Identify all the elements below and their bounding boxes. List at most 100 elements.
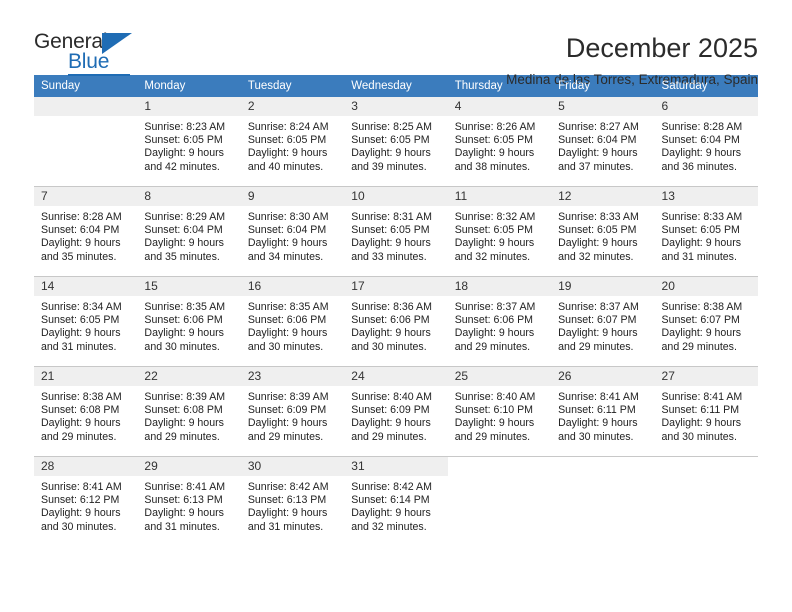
day-info-sunset: Sunset: 6:06 PM	[144, 314, 223, 327]
day-info-sunset: Sunset: 6:05 PM	[558, 224, 637, 237]
day-info-sunrise: Sunrise: 8:31 AM	[351, 211, 432, 223]
calendar-day-cell[interactable]: 4 Sunrise: 8:26 AM Sunset: 6:05 PM Daylight…	[447, 97, 552, 187]
day-cell-inner: 9 Sunrise: 8:30 AM Sunset: 6:04 PM Daylight…	[240, 187, 345, 276]
calendar-day-cell[interactable]: 28 Sunrise: 8:41 AM Sunset: 6:12 PM Dayligh…	[34, 456, 138, 546]
calendar-day-cell[interactable]: 26 Sunrise: 8:41 AM Sunset: 6:11 PM Dayligh…	[551, 366, 655, 457]
day-cell-inner: 4 Sunrise: 8:26 AM Sunset: 6:05 PM Daylight…	[447, 97, 552, 186]
day-sun-info: Sunrise: 8:41 AM Sunset: 6:13 PM Daylight:…	[137, 476, 240, 534]
calendar-day-cell[interactable]: 27 Sunrise: 8:41 AM Sunset: 6:11 PM Dayligh…	[654, 366, 758, 457]
day-sun-info: Sunrise: 8:28 AM Sunset: 6:04 PM Daylight:…	[34, 206, 137, 264]
day-info-sunrise: Sunrise: 8:36 AM	[351, 301, 432, 313]
day-number: 3	[344, 97, 448, 116]
calendar-body: 1 Sunrise: 8:23 AM Sunset: 6:05 PM Daylight…	[34, 97, 758, 546]
logo-text-blue: Blue	[68, 50, 110, 73]
calendar-day-cell[interactable]: 21 Sunrise: 8:38 AM Sunset: 6:08 PM Dayligh…	[34, 366, 138, 457]
calendar-day-cell[interactable]: 30 Sunrise: 8:42 AM Sunset: 6:13 PM Dayligh…	[240, 456, 345, 546]
day-info-sunrise: Sunrise: 8:41 AM	[558, 391, 639, 403]
calendar-day-cell	[551, 456, 655, 546]
calendar-day-cell[interactable]: 11 Sunrise: 8:32 AM Sunset: 6:05 PM Dayligh…	[447, 186, 552, 277]
day-sun-info: Sunrise: 8:41 AM Sunset: 6:11 PM Daylight:…	[551, 386, 654, 444]
calendar-day-cell[interactable]: 5 Sunrise: 8:27 AM Sunset: 6:04 PM Daylight…	[551, 97, 655, 187]
calendar-day-cell[interactable]: 10 Sunrise: 8:31 AM Sunset: 6:05 PM Dayligh…	[344, 186, 448, 277]
day-number: 31	[344, 457, 448, 476]
day-info-daylight1: Daylight: 9 hours	[661, 327, 742, 340]
day-info-sunrise: Sunrise: 8:33 AM	[661, 211, 743, 223]
day-info-daylight2: and 31 minutes.	[144, 520, 220, 533]
day-sun-info: Sunrise: 8:28 AM Sunset: 6:04 PM Daylight:…	[655, 116, 758, 174]
day-number: 26	[551, 367, 655, 386]
calendar-day-cell[interactable]: 22 Sunrise: 8:39 AM Sunset: 6:08 PM Dayligh…	[137, 366, 241, 457]
day-number: 17	[344, 277, 448, 296]
calendar-day-cell[interactable]: 2 Sunrise: 8:24 AM Sunset: 6:05 PM Daylight…	[240, 97, 345, 187]
calendar-day-cell[interactable]: 17 Sunrise: 8:36 AM Sunset: 6:06 PM Dayligh…	[344, 276, 448, 367]
day-info-sunset: Sunset: 6:09 PM	[247, 404, 327, 417]
day-number: 24	[344, 367, 448, 386]
day-sun-info: Sunrise: 8:36 AM Sunset: 6:06 PM Daylight:…	[344, 296, 447, 354]
calendar-day-cell[interactable]: 9 Sunrise: 8:30 AM Sunset: 6:04 PM Daylight…	[240, 186, 345, 277]
day-info-daylight2: and 38 minutes.	[454, 160, 531, 173]
calendar-day-cell[interactable]: 18 Sunrise: 8:37 AM Sunset: 6:06 PM Dayligh…	[447, 276, 552, 367]
calendar-day-cell[interactable]: 31 Sunrise: 8:42 AM Sunset: 6:14 PM Dayligh…	[344, 456, 448, 546]
calendar-day-cell[interactable]: 29 Sunrise: 8:41 AM Sunset: 6:13 PM Dayligh…	[137, 456, 241, 546]
calendar-page: General Blue December 2025 Medina de las…	[0, 0, 792, 612]
day-info-sunrise: Sunrise: 8:29 AM	[144, 211, 226, 223]
day-info-daylight1: Daylight: 9 hours	[454, 417, 535, 430]
day-info-daylight1: Daylight: 9 hours	[247, 237, 328, 250]
day-info-sunset: Sunset: 6:10 PM	[454, 404, 534, 417]
day-cell-inner: 27 Sunrise: 8:41 AM Sunset: 6:11 PM Dayligh…	[654, 367, 758, 456]
day-info-daylight2: and 36 minutes.	[661, 160, 737, 173]
calendar-day-cell[interactable]: 14 Sunrise: 8:34 AM Sunset: 6:05 PM Dayligh…	[34, 276, 138, 367]
day-sun-info: Sunrise: 8:37 AM Sunset: 6:07 PM Daylight:…	[551, 296, 654, 354]
calendar-day-cell[interactable]: 19 Sunrise: 8:37 AM Sunset: 6:07 PM Dayligh…	[551, 276, 655, 367]
day-info-sunset: Sunset: 6:04 PM	[247, 224, 327, 237]
calendar-day-cell[interactable]: 1 Sunrise: 8:23 AM Sunset: 6:05 PM Daylight…	[137, 97, 241, 187]
calendar-day-cell[interactable]: 24 Sunrise: 8:40 AM Sunset: 6:09 PM Dayligh…	[344, 366, 448, 457]
day-sun-info: Sunrise: 8:35 AM Sunset: 6:06 PM Daylight:…	[241, 296, 344, 354]
day-info-daylight2: and 40 minutes.	[247, 160, 324, 173]
day-sun-info: Sunrise: 8:37 AM Sunset: 6:06 PM Daylight:…	[448, 296, 551, 354]
calendar-day-cell[interactable]: 13 Sunrise: 8:33 AM Sunset: 6:05 PM Dayligh…	[654, 186, 758, 277]
calendar-day-cell[interactable]: 25 Sunrise: 8:40 AM Sunset: 6:10 PM Dayligh…	[447, 366, 552, 457]
day-sun-info: Sunrise: 8:41 AM Sunset: 6:12 PM Daylight:…	[34, 476, 137, 534]
calendar-day-cell[interactable]: 16 Sunrise: 8:35 AM Sunset: 6:06 PM Dayligh…	[240, 276, 345, 367]
calendar-day-cell[interactable]: 15 Sunrise: 8:35 AM Sunset: 6:06 PM Dayligh…	[137, 276, 241, 367]
day-sun-info: Sunrise: 8:23 AM Sunset: 6:05 PM Daylight:…	[137, 116, 240, 174]
day-info-daylight1: Daylight: 9 hours	[661, 237, 742, 250]
calendar-day-cell[interactable]: 12 Sunrise: 8:33 AM Sunset: 6:05 PM Dayligh…	[551, 186, 655, 277]
day-sun-info: Sunrise: 8:42 AM Sunset: 6:14 PM Daylight:…	[344, 476, 447, 534]
day-info-daylight1: Daylight: 9 hours	[41, 417, 121, 430]
day-cell-inner: 16 Sunrise: 8:35 AM Sunset: 6:06 PM Dayligh…	[240, 277, 345, 366]
day-info-daylight2: and 42 minutes.	[144, 160, 220, 173]
day-info-sunset: Sunset: 6:11 PM	[661, 404, 740, 417]
day-info-daylight1: Daylight: 9 hours	[41, 507, 121, 520]
day-info-daylight1: Daylight: 9 hours	[454, 147, 535, 160]
day-info-daylight1: Daylight: 9 hours	[454, 237, 535, 250]
day-number: 14	[34, 277, 138, 296]
day-info-daylight2: and 30 minutes.	[558, 430, 634, 443]
day-info-daylight1: Daylight: 9 hours	[144, 237, 224, 250]
day-number: 6	[654, 97, 758, 116]
day-number: 9	[240, 187, 345, 206]
day-number: 16	[240, 277, 345, 296]
calendar-week-row: 1 Sunrise: 8:23 AM Sunset: 6:05 PM Daylight…	[34, 97, 758, 187]
day-info-daylight1: Daylight: 9 hours	[144, 507, 224, 520]
day-info-daylight1: Daylight: 9 hours	[558, 417, 638, 430]
calendar-day-cell[interactable]: 8 Sunrise: 8:29 AM Sunset: 6:04 PM Daylight…	[137, 186, 241, 277]
day-info-sunrise: Sunrise: 8:24 AM	[247, 121, 329, 133]
calendar-day-cell	[34, 97, 138, 187]
calendar-day-cell[interactable]: 20 Sunrise: 8:38 AM Sunset: 6:07 PM Dayligh…	[654, 276, 758, 367]
calendar-day-cell[interactable]: 23 Sunrise: 8:39 AM Sunset: 6:09 PM Dayligh…	[240, 366, 345, 457]
calendar-day-cell[interactable]: 7 Sunrise: 8:28 AM Sunset: 6:04 PM Daylight…	[34, 186, 138, 277]
day-number: 22	[137, 367, 241, 386]
day-cell-inner: 25 Sunrise: 8:40 AM Sunset: 6:10 PM Dayligh…	[447, 367, 552, 456]
day-info-daylight2: and 29 minutes.	[661, 340, 737, 353]
day-cell-inner	[447, 457, 552, 546]
day-info-sunset: Sunset: 6:11 PM	[558, 404, 636, 417]
day-info-daylight2: and 31 minutes.	[661, 250, 737, 263]
day-cell-inner: 6 Sunrise: 8:28 AM Sunset: 6:04 PM Daylight…	[654, 97, 758, 186]
calendar-day-cell[interactable]: 3 Sunrise: 8:25 AM Sunset: 6:05 PM Daylight…	[344, 97, 448, 187]
calendar-week-row: 28 Sunrise: 8:41 AM Sunset: 6:12 PM Dayligh…	[34, 456, 758, 546]
day-cell-inner: 10 Sunrise: 8:31 AM Sunset: 6:05 PM Dayligh…	[344, 187, 448, 276]
day-info-daylight1: Daylight: 9 hours	[351, 417, 431, 430]
calendar-day-cell[interactable]: 6 Sunrise: 8:28 AM Sunset: 6:04 PM Daylight…	[654, 97, 758, 187]
